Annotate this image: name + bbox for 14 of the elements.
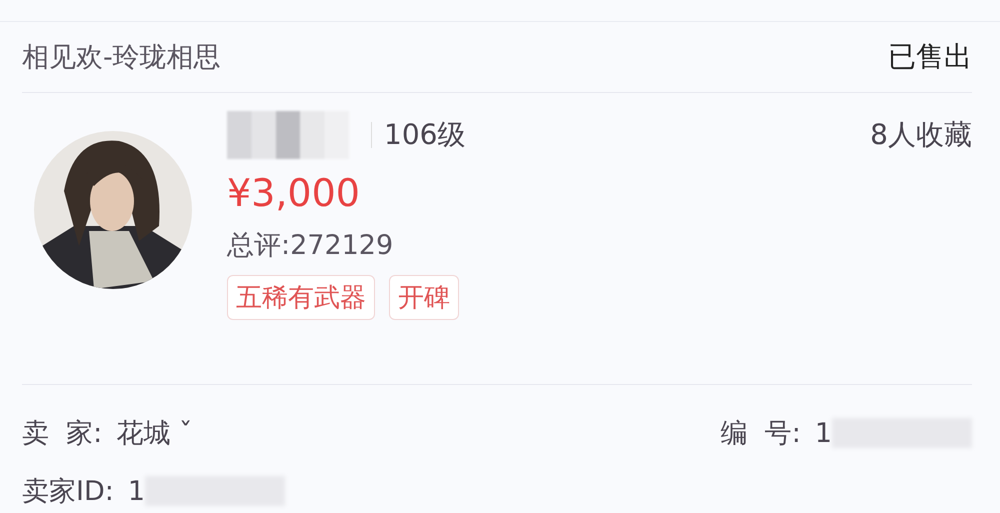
detail-value: 花城 ˇ bbox=[116, 417, 192, 451]
detail-value: 1 bbox=[814, 418, 832, 448]
price: ¥3,000 bbox=[227, 171, 361, 215]
item-title: 相见欢-玲珑相思 bbox=[22, 41, 221, 75]
detail-label: 编 号: bbox=[720, 417, 801, 451]
tag: 开碑 bbox=[389, 275, 459, 320]
rating-text: 总评:272129 bbox=[227, 229, 394, 263]
sold-status: 已售出 bbox=[888, 39, 972, 75]
tag: 五稀有武器 bbox=[227, 275, 375, 320]
favorites-count: 8人收藏 bbox=[870, 117, 972, 153]
detail-label: 卖 家: bbox=[22, 417, 102, 451]
detail-label: 卖家ID: bbox=[22, 475, 114, 509]
level-text: 106级 bbox=[384, 117, 466, 153]
detail-value: 1 bbox=[128, 476, 146, 506]
